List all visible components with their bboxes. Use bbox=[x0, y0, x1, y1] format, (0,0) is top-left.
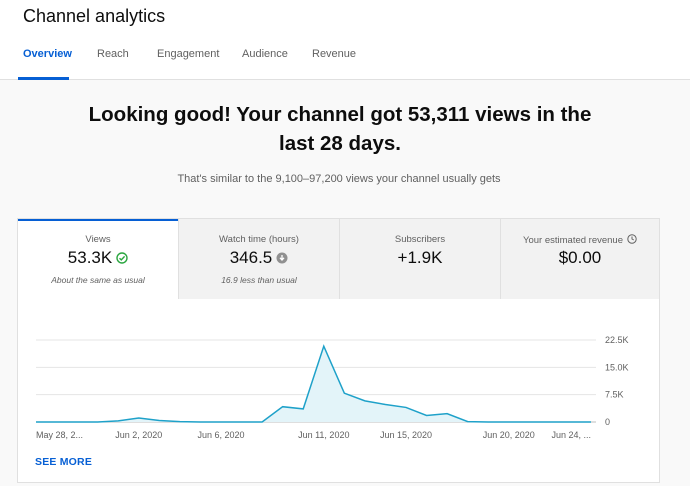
tab-revenue[interactable]: Revenue bbox=[312, 48, 356, 79]
metric-note: About the same as usual bbox=[51, 275, 145, 285]
x-tick-label: Jun 2, 2020 bbox=[115, 430, 162, 440]
metric-label-row: Your estimated revenue bbox=[501, 234, 659, 247]
tab-audience[interactable]: Audience bbox=[242, 48, 288, 79]
metric-views[interactable]: Views 53.3K About the same as usual bbox=[18, 219, 178, 299]
metric-watch-time[interactable]: Watch time (hours) 346.5 16.9 less than … bbox=[179, 219, 339, 299]
metric-subscribers[interactable]: Subscribers +1.9K bbox=[340, 219, 500, 299]
y-tick-label: 22.5K bbox=[605, 335, 629, 345]
metric-label: Views bbox=[85, 234, 111, 245]
check-circle-icon bbox=[116, 249, 128, 269]
metric-label: Your estimated revenue bbox=[523, 235, 623, 247]
metric-value: +1.9K bbox=[397, 248, 443, 267]
metric-value: 346.5 bbox=[229, 248, 273, 267]
metric-label: Watch time (hours) bbox=[219, 234, 299, 245]
see-more-link[interactable]: SEE MORE bbox=[35, 456, 92, 468]
metric-value: 53.3K bbox=[67, 248, 113, 267]
views-chart: 22.5K 15.0K 7.5K 0 May 28, 2... Jun 2, 2020 Ju… bbox=[36, 335, 629, 440]
metric-value-row: 53.3K bbox=[18, 248, 178, 269]
x-tick-label: Jun 11, 2020 bbox=[298, 430, 349, 440]
metric-value-row: 346.5 bbox=[179, 248, 339, 269]
analytics-card: Views 53.3K About the same as usual Watc… bbox=[17, 218, 660, 483]
summary-headline: Looking good! Your channel got 53,311 vi… bbox=[0, 100, 680, 158]
x-tick-label: Jun 24, ... bbox=[551, 430, 591, 440]
x-tick-label: Jun 6, 2020 bbox=[197, 430, 244, 440]
tab-engagement[interactable]: Engagement bbox=[157, 48, 219, 79]
x-tick-label: Jun 20, 2020 bbox=[483, 430, 535, 440]
x-tick-label: Jun 15, 2020 bbox=[380, 430, 432, 440]
y-tick-label: 7.5K bbox=[605, 390, 624, 400]
clock-icon bbox=[627, 234, 637, 247]
active-tab-indicator bbox=[18, 77, 69, 80]
metric-value: $0.00 bbox=[558, 248, 602, 267]
active-metric-indicator bbox=[18, 219, 178, 221]
tab-reach[interactable]: Reach bbox=[97, 48, 129, 79]
x-tick-label: May 28, 2... bbox=[36, 430, 83, 440]
metric-note: 16.9 less than usual bbox=[221, 275, 297, 285]
summary-subtext: That's similar to the 9,100–97,200 views… bbox=[177, 173, 501, 185]
metric-revenue[interactable]: Your estimated revenue $0.00 bbox=[501, 219, 659, 299]
y-tick-label: 0 bbox=[605, 417, 610, 427]
metric-label: Subscribers bbox=[394, 234, 446, 245]
views-series-area bbox=[36, 346, 591, 422]
summary-headline-line1: Looking good! Your channel got 53,311 vi… bbox=[88, 103, 592, 126]
summary-headline-line2: last 28 days. bbox=[279, 132, 401, 155]
page-title: Channel analytics bbox=[23, 6, 166, 26]
down-arrow-circle-icon bbox=[276, 249, 288, 269]
y-tick-label: 15.0K bbox=[605, 362, 629, 372]
top-bar: Channel analytics Overview Reach Engagem… bbox=[0, 0, 690, 80]
tab-overview[interactable]: Overview bbox=[23, 48, 72, 79]
